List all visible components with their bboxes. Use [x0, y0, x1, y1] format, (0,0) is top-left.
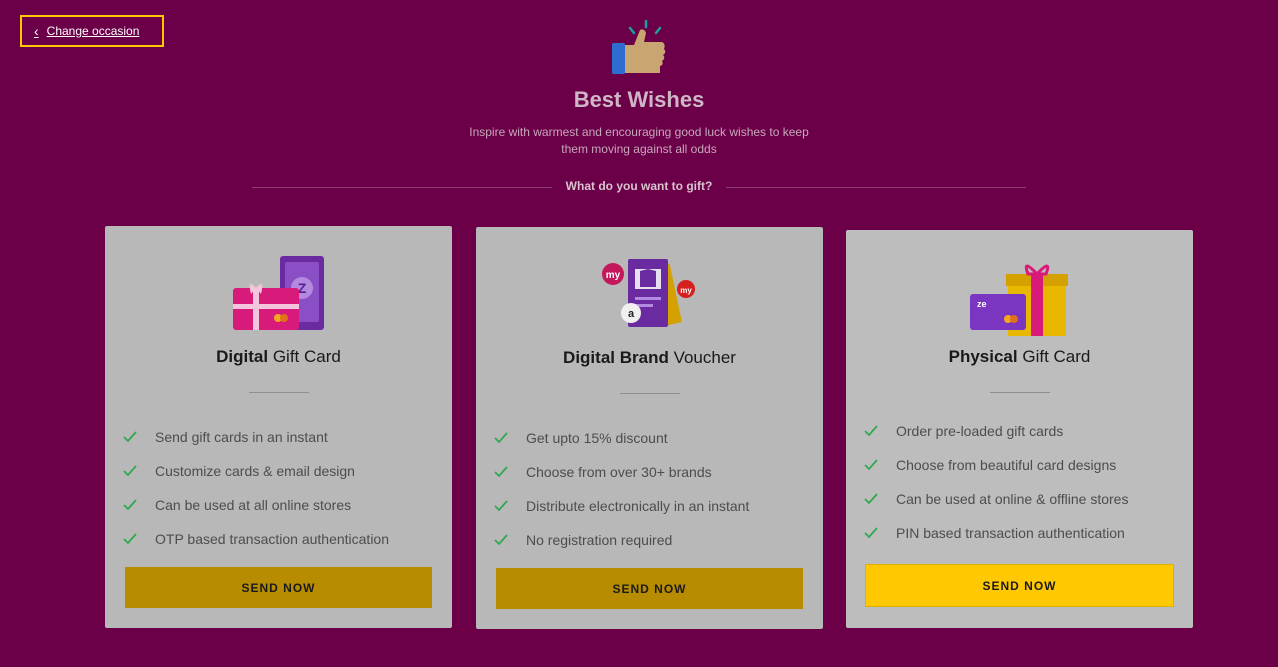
card-title-bold: Digital	[216, 347, 269, 366]
check-icon	[494, 534, 508, 546]
check-icon	[494, 432, 508, 444]
feature-text: Order pre-loaded gift cards	[896, 423, 1064, 439]
feature-text: PIN based transaction authentication	[896, 525, 1125, 541]
feature-list: Send gift cards in an instant Customize …	[123, 420, 389, 556]
feature-item: Choose from over 30+ brands	[494, 455, 749, 489]
card-divider	[990, 392, 1050, 393]
feature-list: Order pre-loaded gift cards Choose from …	[864, 414, 1128, 550]
card-divider	[249, 392, 309, 393]
gift-question: What do you want to gift?	[565, 179, 713, 193]
feature-text: Can be used at online & offline stores	[896, 491, 1129, 507]
feature-text: OTP based transaction authentication	[155, 531, 390, 547]
chevron-left-icon: ‹	[34, 23, 39, 39]
check-icon	[864, 459, 878, 471]
card-title-rest: Gift Card	[268, 347, 341, 366]
divider-line-right	[726, 187, 1026, 188]
feature-item: Order pre-loaded gift cards	[864, 414, 1128, 448]
occasion-description: Inspire with warmest and encouraging goo…	[469, 125, 809, 156]
svg-text:Z: Z	[298, 280, 307, 296]
feature-text: No registration required	[526, 532, 673, 548]
feature-text: Choose from beautiful card designs	[896, 457, 1117, 473]
feature-item: Can be used at online & offline stores	[864, 482, 1128, 516]
card-title-bold: Physical	[948, 347, 1018, 366]
feature-item: Choose from beautiful card designs	[864, 448, 1128, 482]
card-title: Physical Gift Card	[846, 347, 1193, 367]
svg-text:a: a	[628, 308, 635, 320]
card-title-bold: Digital Brand	[563, 348, 669, 367]
send-now-button[interactable]: SEND NOW	[866, 565, 1173, 606]
feature-text: Distribute electronically in an instant	[526, 498, 750, 514]
feature-text: Get upto 15% discount	[526, 430, 668, 446]
change-occasion-link[interactable]: ‹ Change occasion	[20, 15, 164, 47]
physical-gift-card-illustration: ze	[970, 264, 1068, 336]
digital-gift-card-option[interactable]: Z Digital Gift Card Send gift cards in a…	[105, 226, 452, 628]
check-icon	[123, 465, 137, 477]
card-divider	[620, 393, 680, 394]
card-title: Digital Gift Card	[105, 347, 452, 367]
feature-item: PIN based transaction authentication	[864, 516, 1128, 550]
svg-text:my: my	[680, 286, 692, 295]
feature-item: Can be used at all online stores	[123, 488, 389, 522]
check-icon	[864, 493, 878, 505]
feature-item: OTP based transaction authentication	[123, 522, 389, 556]
feature-text: Can be used at all online stores	[155, 497, 352, 513]
feature-item: Distribute electronically in an instant	[494, 489, 749, 523]
feature-item: No registration required	[494, 523, 749, 557]
feature-text: Customize cards & email design	[155, 463, 355, 479]
occasion-title: Best Wishes	[573, 87, 705, 112]
check-icon	[123, 533, 137, 545]
feature-item: Customize cards & email design	[123, 454, 389, 488]
feature-item: Send gift cards in an instant	[123, 420, 389, 454]
feature-item: Get upto 15% discount	[494, 421, 749, 455]
check-icon	[864, 425, 878, 437]
section-divider: What do you want to gift?	[252, 178, 1026, 196]
check-icon	[123, 499, 137, 511]
digital-brand-voucher-option[interactable]: my my a Digital Brand Voucher Get upto 1…	[476, 227, 823, 629]
change-occasion-label: Change occasion	[46, 24, 140, 38]
check-icon	[494, 466, 508, 478]
check-icon	[864, 527, 878, 539]
svg-text:my: my	[606, 270, 621, 281]
card-title-rest: Voucher	[668, 348, 736, 367]
feature-text: Send gift cards in an instant	[155, 429, 328, 445]
card-title-rest: Gift Card	[1017, 347, 1091, 366]
digital-gift-card-illustration: Z	[233, 256, 324, 330]
card-title: Digital Brand Voucher	[476, 348, 823, 368]
feature-text: Choose from over 30+ brands	[526, 464, 712, 480]
thumbs-up-icon	[612, 19, 666, 74]
check-icon	[494, 500, 508, 512]
send-now-button[interactable]: SEND NOW	[125, 567, 432, 608]
physical-gift-card-option[interactable]: ze Physical Gift Card Order pre-loaded g…	[846, 230, 1193, 628]
feature-list: Get upto 15% discount Choose from over 3…	[494, 421, 749, 557]
svg-text:ze: ze	[977, 299, 987, 309]
check-icon	[123, 431, 137, 443]
send-now-button[interactable]: SEND NOW	[496, 568, 803, 609]
digital-brand-voucher-illustration: my my a	[602, 259, 695, 327]
